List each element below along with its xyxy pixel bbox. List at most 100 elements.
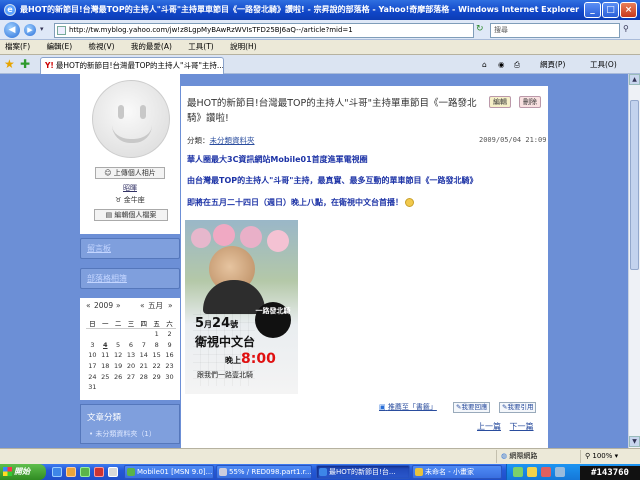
quicklaunch-folder-icon[interactable] bbox=[66, 467, 76, 477]
address-input[interactable]: http://tw.myblog.yahoo.com/jw!z8LgpMyBAw… bbox=[54, 23, 474, 38]
calendar-day[interactable]: 8 bbox=[150, 339, 163, 350]
calendar-day[interactable]: 1 bbox=[150, 329, 163, 340]
calendar-day[interactable]: 17 bbox=[86, 361, 99, 372]
calendar-day[interactable]: 7 bbox=[137, 339, 150, 350]
calendar-day[interactable]: 5 bbox=[112, 339, 125, 350]
poster-slogan: 跟我們一路壹北騎 bbox=[197, 371, 253, 379]
calendar-day[interactable]: 28 bbox=[137, 371, 150, 382]
calendar-day[interactable]: 9 bbox=[163, 339, 176, 350]
calendar-next-year[interactable]: » bbox=[116, 300, 121, 312]
quicklaunch-desktop-icon[interactable] bbox=[108, 467, 118, 477]
feeds-icon[interactable]: ◉ bbox=[498, 59, 505, 71]
print-icon[interactable]: ⎙ bbox=[514, 59, 520, 71]
calendar-day[interactable]: 26 bbox=[112, 371, 125, 382]
category-item[interactable]: • 未分類資料夾（1） bbox=[89, 429, 156, 439]
back-button[interactable]: ◀ bbox=[4, 22, 20, 38]
tray-antivirus-icon[interactable] bbox=[541, 467, 551, 477]
quicklaunch-media-icon[interactable] bbox=[94, 467, 104, 477]
calendar-day[interactable]: 12 bbox=[112, 350, 125, 361]
tab-current[interactable]: Y! 最HOT的新節目!台灣最TOP的主持人"斗哥"主持... bbox=[40, 57, 224, 74]
reply-button[interactable]: ✎我要回應 bbox=[453, 402, 491, 413]
calendar-day[interactable]: 31 bbox=[86, 382, 99, 393]
prev-article-link[interactable]: 上一篇 bbox=[477, 422, 501, 431]
edit-button[interactable]: 編輯 bbox=[489, 96, 511, 108]
calendar-week: 10 11 12 13 14 15 16 bbox=[86, 350, 176, 361]
quote-button[interactable]: ✎我要引用 bbox=[499, 402, 537, 413]
search-input[interactable]: 搜尋 bbox=[490, 23, 620, 38]
zoom-control[interactable]: ⚲ 100% ▾ bbox=[580, 450, 640, 463]
next-article-link[interactable]: 下一篇 bbox=[510, 422, 534, 431]
calendar-day[interactable]: 13 bbox=[125, 350, 138, 361]
calendar-day[interactable]: 19 bbox=[112, 361, 125, 372]
menu-edit[interactable]: 編輯(E) bbox=[47, 42, 73, 51]
tray-network-icon[interactable] bbox=[513, 467, 523, 477]
calendar-day[interactable]: 25 bbox=[99, 371, 112, 382]
minimize-button[interactable]: _ bbox=[584, 2, 601, 18]
scroll-thumb[interactable] bbox=[630, 100, 639, 270]
menu-favorites[interactable]: 我的最愛(A) bbox=[131, 42, 172, 51]
recommend-bookmark-link[interactable]: ▣ 推薦至「書籤」 bbox=[379, 402, 437, 412]
calendar-day[interactable]: 18 bbox=[99, 361, 112, 372]
status-text bbox=[0, 450, 490, 463]
start-button[interactable]: 開始 bbox=[0, 464, 46, 480]
page-menu[interactable]: 網頁(P) bbox=[540, 59, 565, 71]
calendar-day[interactable]: 2 bbox=[163, 329, 176, 340]
refresh-icon[interactable]: ↻ bbox=[476, 24, 484, 34]
home-icon[interactable]: ⌂ bbox=[482, 59, 487, 71]
calendar-day[interactable]: 4 bbox=[99, 339, 112, 350]
upload-photo-button[interactable]: ☺ 上傳個人相片 bbox=[95, 167, 165, 179]
taskbar-item[interactable]: Mobile01 [MSN 9.0]... bbox=[124, 465, 214, 479]
calendar-prev-year[interactable]: « bbox=[86, 300, 91, 312]
calendar-day[interactable]: 24 bbox=[86, 371, 99, 382]
program-poster-image: 一路發北騎 5月24號 衛視中文台 晚上8:00 跟我們一路壹北騎 bbox=[185, 220, 298, 394]
menu-file[interactable]: 檔案(F) bbox=[5, 42, 30, 51]
calendar-day[interactable]: 16 bbox=[163, 350, 176, 361]
calendar-day[interactable]: 29 bbox=[150, 371, 163, 382]
menu-view[interactable]: 檢視(V) bbox=[89, 42, 115, 51]
quicklaunch-msn-icon[interactable] bbox=[80, 467, 90, 477]
calendar-day[interactable]: 14 bbox=[137, 350, 150, 361]
calendar-day[interactable]: 21 bbox=[137, 361, 150, 372]
quicklaunch-ie-icon[interactable] bbox=[52, 467, 62, 477]
calendar-day[interactable]: 30 bbox=[163, 371, 176, 382]
calendar-day[interactable]: 11 bbox=[99, 350, 112, 361]
taskbar-item-active[interactable]: 最HOT的新節目!台... bbox=[316, 465, 410, 479]
calendar-prev-month[interactable]: « bbox=[140, 300, 145, 312]
tray-msn-icon[interactable] bbox=[555, 467, 565, 477]
taskbar-item[interactable]: 55% / RED098.part1.r... bbox=[216, 465, 312, 479]
edit-profile-button[interactable]: ▤ 編輯個人檔案 bbox=[94, 209, 168, 221]
close-button[interactable]: × bbox=[620, 2, 637, 18]
blog-album-link[interactable]: 部落格相簿 bbox=[80, 268, 180, 289]
vertical-scrollbar[interactable]: ▲ ▼ bbox=[628, 74, 640, 448]
menu-help[interactable]: 說明(H) bbox=[230, 42, 257, 51]
add-favorite-icon[interactable]: ✚ bbox=[20, 57, 30, 71]
calendar-day[interactable]: 20 bbox=[125, 361, 138, 372]
scroll-down-arrow[interactable]: ▼ bbox=[629, 436, 640, 447]
calendar-week: 3456789 bbox=[86, 339, 176, 350]
calendar-day[interactable]: 15 bbox=[150, 350, 163, 361]
avatar bbox=[92, 80, 170, 158]
forward-button[interactable]: ▶ bbox=[24, 24, 36, 36]
article-panel: 最HOT的新節目!台灣最TOP的主持人"斗哥"主持單車節目《一路發北騎》讚啦! … bbox=[181, 86, 548, 448]
calendar-day[interactable]: 10 bbox=[86, 350, 99, 361]
category-link[interactable]: 未分類資料夾 bbox=[210, 136, 255, 145]
scroll-up-arrow[interactable]: ▲ bbox=[629, 74, 640, 85]
menu-tools[interactable]: 工具(T) bbox=[188, 42, 213, 51]
delete-button[interactable]: 刪除 bbox=[519, 96, 541, 108]
search-icon[interactable]: ⚲ bbox=[623, 24, 629, 33]
calendar-day[interactable]: 27 bbox=[125, 371, 138, 382]
nickname-link[interactable]: 昭暉 bbox=[80, 183, 180, 193]
poster-date-day: 24 bbox=[212, 316, 231, 331]
favorites-star-icon[interactable]: ★ bbox=[4, 57, 15, 71]
tray-volume-icon[interactable] bbox=[527, 467, 537, 477]
calendar-day[interactable]: 23 bbox=[163, 361, 176, 372]
taskbar-item[interactable]: 未命名 - 小畫家 bbox=[412, 465, 502, 479]
history-dropdown-icon[interactable]: ▾ bbox=[40, 25, 44, 33]
guestbook-link[interactable]: 留言板 bbox=[80, 238, 180, 259]
maximize-button[interactable]: □ bbox=[602, 2, 619, 18]
calendar-day[interactable]: 3 bbox=[86, 339, 99, 350]
calendar-next-month[interactable]: » bbox=[168, 300, 173, 312]
calendar-day[interactable]: 6 bbox=[125, 339, 138, 350]
tools-menu[interactable]: 工具(O) bbox=[590, 59, 617, 71]
calendar-day[interactable]: 22 bbox=[150, 361, 163, 372]
